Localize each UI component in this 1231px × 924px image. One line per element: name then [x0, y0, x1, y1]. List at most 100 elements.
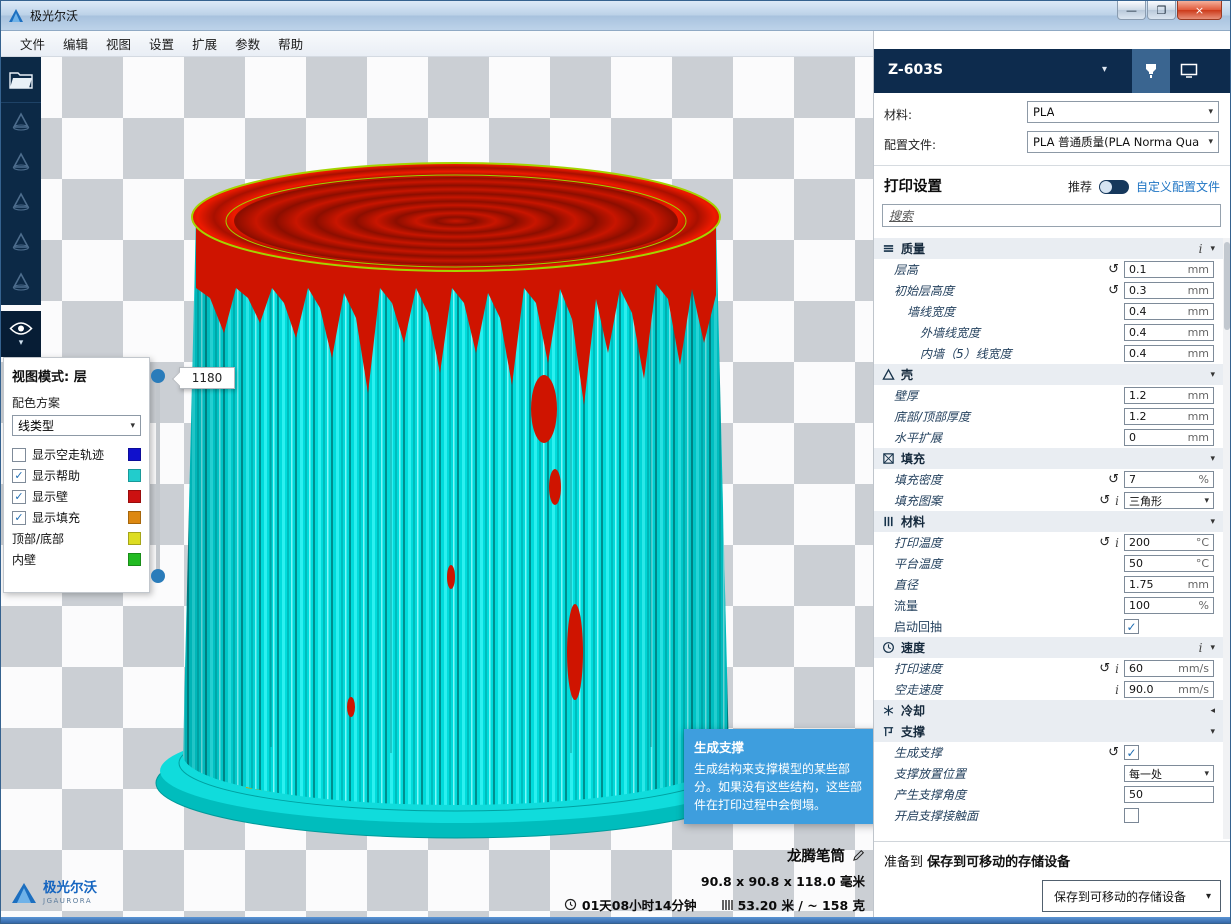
info-icon[interactable]: i [1115, 684, 1119, 696]
custom-profile-link[interactable]: 自定义配置文件 [1136, 178, 1220, 195]
setting-input[interactable]: 1.2mm [1124, 387, 1214, 404]
info-icon[interactable]: i [1199, 243, 1203, 255]
menu-item-7[interactable]: 帮助 [269, 31, 312, 56]
setting-input[interactable]: 0.4mm [1124, 303, 1214, 320]
profile-select[interactable]: PLA 普通质量(PLA Norma Qua ▾ [1027, 131, 1219, 153]
view-mode-button[interactable]: ▾ [1, 311, 41, 357]
info-icon[interactable]: i [1199, 642, 1203, 654]
tool-mirror-button[interactable] [1, 223, 41, 263]
section-quality[interactable]: 质量i▾ [874, 238, 1224, 259]
reset-icon[interactable]: ↺ [1108, 746, 1119, 759]
prepare-view-button[interactable] [1132, 49, 1170, 93]
setting-input[interactable]: 50°C [1124, 555, 1214, 572]
setting-checkbox[interactable] [1124, 808, 1139, 823]
profile-label: 配置文件: [884, 136, 936, 153]
view-option-5[interactable]: 顶部/底部 [12, 528, 141, 549]
section-cooling[interactable]: 冷却◂ [874, 700, 1224, 721]
search-input[interactable] [889, 209, 1214, 223]
setting-input[interactable]: 0.3mm [1124, 282, 1214, 299]
chevron-down-icon[interactable]: ▾ [1210, 244, 1215, 254]
tool-move-button[interactable] [1, 103, 41, 143]
chevron-down-icon[interactable]: ▾ [1210, 517, 1215, 527]
setting-input[interactable]: 0.4mm [1124, 324, 1214, 341]
close-button[interactable]: × [1177, 1, 1222, 20]
view-option-3[interactable]: ✓显示壁 [12, 486, 141, 507]
chevron-down-icon[interactable]: ▾ [1210, 727, 1215, 737]
menu-item-3[interactable]: 视图 [97, 31, 140, 56]
setting-checkbox[interactable]: ✓ [1124, 619, 1139, 634]
menu-item-2[interactable]: 编辑 [54, 31, 97, 56]
menu-item-6[interactable]: 参数 [226, 31, 269, 56]
setting-input[interactable]: 0.4mm [1124, 345, 1214, 362]
color-scheme-select[interactable]: 线类型 ▾ [12, 415, 141, 436]
reset-icon[interactable]: ↺ [1099, 536, 1110, 549]
setting-row: 打印温度↺i200°C [874, 532, 1224, 553]
viewport-3d[interactable]: ▾ 视图模式: 层 配色方案 线类型 ▾ 显示空走轨迹✓显示帮助✓显示壁✓显示填… [1, 57, 873, 917]
tool-scale-button[interactable] [1, 143, 41, 183]
section-support[interactable]: 支撑▾ [874, 721, 1224, 742]
section-shell[interactable]: 壳▾ [874, 364, 1224, 385]
monitor-view-button[interactable] [1170, 49, 1208, 93]
chevron-down-icon[interactable]: ▾ [1210, 370, 1215, 380]
save-options-dropdown[interactable]: ▾ [1197, 880, 1221, 912]
menu-item-5[interactable]: 扩展 [183, 31, 226, 56]
reset-icon[interactable]: ↺ [1108, 473, 1119, 486]
edit-pencil-icon[interactable] [852, 849, 865, 862]
layer-slider-handle-bottom[interactable] [151, 569, 165, 583]
menu-item-1[interactable]: 文件 [11, 31, 54, 56]
setting-select[interactable]: 每一处▾ [1124, 765, 1214, 782]
view-option-1[interactable]: 显示空走轨迹 [12, 444, 141, 465]
setting-input[interactable]: 1.75mm [1124, 576, 1214, 593]
view-option-checkbox[interactable]: ✓ [12, 511, 26, 525]
section-speed[interactable]: 速度i▾ [874, 637, 1224, 658]
setting-input[interactable]: 1.2mm [1124, 408, 1214, 425]
reset-icon[interactable]: ↺ [1099, 662, 1110, 675]
menu-item-4[interactable]: 设置 [140, 31, 183, 56]
view-option-checkbox[interactable]: ✓ [12, 469, 26, 483]
maximize-button[interactable]: ❐ [1147, 1, 1176, 20]
view-option-6[interactable]: 内壁 [12, 549, 141, 570]
chevron-left-icon[interactable]: ◂ [1210, 706, 1215, 716]
section-infill[interactable]: 填充▾ [874, 448, 1224, 469]
tool-rotate-button[interactable] [1, 183, 41, 223]
setting-row: 支撑放置位置每一处▾ [874, 763, 1224, 784]
settings-mode-toggle[interactable] [1099, 180, 1129, 194]
setting-input[interactable]: 90.0mm/s [1124, 681, 1214, 698]
info-icon[interactable]: i [1115, 663, 1119, 675]
minimize-button[interactable]: — [1117, 1, 1146, 20]
info-icon[interactable]: i [1115, 537, 1119, 549]
setting-input[interactable]: 0.1mm [1124, 261, 1214, 278]
settings-scrollbar[interactable] [1223, 238, 1231, 839]
reset-icon[interactable]: ↺ [1108, 263, 1119, 276]
setting-input[interactable]: 0mm [1124, 429, 1214, 446]
printer-selector[interactable]: Z-603S ▾ [874, 49, 1231, 93]
layer-slider[interactable] [150, 369, 166, 583]
reset-icon[interactable]: ↺ [1099, 494, 1110, 507]
scrollbar-thumb[interactable] [1224, 242, 1230, 330]
layer-slider-track[interactable] [156, 375, 160, 577]
material-select[interactable]: PLA ▾ [1027, 101, 1219, 123]
chevron-down-icon[interactable]: ▾ [1210, 643, 1215, 653]
setting-input[interactable]: 60mm/s [1124, 660, 1214, 677]
setting-checkbox[interactable]: ✓ [1124, 745, 1139, 760]
color-swatch [128, 469, 141, 482]
setting-label: 水平扩展 [874, 429, 942, 446]
tool-per-model-settings-button[interactable] [1, 263, 41, 303]
view-option-checkbox[interactable] [12, 448, 26, 462]
model-3d[interactable] [151, 147, 771, 877]
view-option-2[interactable]: ✓显示帮助 [12, 465, 141, 486]
setting-select[interactable]: 三角形▾ [1124, 492, 1214, 509]
chevron-down-icon[interactable]: ▾ [1210, 454, 1215, 464]
layer-slider-handle-top[interactable] [151, 369, 165, 383]
setting-input[interactable]: 7% [1124, 471, 1214, 488]
setting-input[interactable]: 100% [1124, 597, 1214, 614]
section-material[interactable]: 材料▾ [874, 511, 1224, 532]
view-option-4[interactable]: ✓显示填充 [12, 507, 141, 528]
setting-input[interactable]: 50 [1124, 786, 1214, 803]
save-to-removable-button[interactable]: 保存到可移动的存储设备 [1042, 880, 1198, 912]
info-icon[interactable]: i [1115, 495, 1119, 507]
setting-input[interactable]: 200°C [1124, 534, 1214, 551]
view-option-checkbox[interactable]: ✓ [12, 490, 26, 504]
reset-icon[interactable]: ↺ [1108, 284, 1119, 297]
open-file-button[interactable] [1, 57, 41, 103]
